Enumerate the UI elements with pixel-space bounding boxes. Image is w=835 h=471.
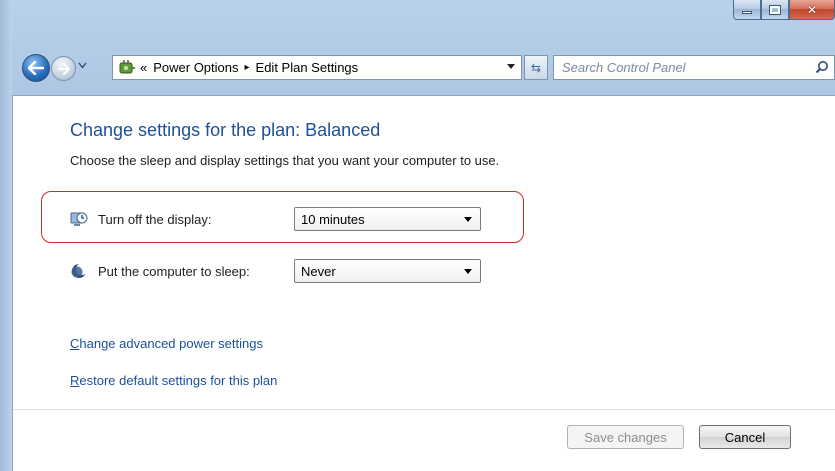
- search-box[interactable]: Search Control Panel: [553, 55, 835, 80]
- title-bar[interactable]: ✕: [0, 0, 835, 42]
- breadcrumb: « Power Options ▸ Edit Plan Settings: [140, 60, 364, 75]
- page-subtitle: Choose the sleep and display settings th…: [70, 153, 500, 168]
- sleep-setting-label: Put the computer to sleep:: [98, 263, 250, 279]
- display-timeout-value: 10 minutes: [301, 211, 365, 227]
- change-advanced-power-settings-link[interactable]: Change advanced power settings: [70, 336, 263, 351]
- minimize-icon: [742, 11, 752, 14]
- refresh-button[interactable]: ⇆: [524, 55, 548, 80]
- breadcrumb-edit-plan-settings[interactable]: Edit Plan Settings: [256, 60, 359, 75]
- sleep-timeout-value: Never: [301, 263, 336, 279]
- display-setting-row: Turn off the display:: [70, 206, 211, 232]
- save-changes-button[interactable]: Save changes: [567, 425, 684, 449]
- page-title: Change settings for the plan: Balanced: [70, 120, 381, 140]
- chevron-down-icon: [464, 269, 472, 274]
- power-options-icon: [119, 59, 135, 73]
- back-button[interactable]: [22, 54, 50, 82]
- refresh-icon: ⇆: [530, 60, 542, 75]
- address-history-arrow-icon[interactable]: [507, 64, 515, 69]
- close-icon: ✕: [806, 2, 818, 17]
- sleep-timeout-select[interactable]: Never: [294, 259, 481, 283]
- minimize-button[interactable]: [733, 0, 761, 20]
- chevron-down-icon: [464, 217, 472, 222]
- content-pane: Change settings for the plan: Balanced C…: [12, 95, 835, 471]
- window-left-border: [0, 0, 12, 471]
- window-controls: ✕: [733, 0, 835, 20]
- back-arrow-icon: [28, 61, 44, 75]
- restore-link-accelerator: R: [70, 373, 80, 388]
- moon-sleep-icon: [71, 263, 88, 278]
- maximize-icon: [769, 4, 781, 15]
- forward-button[interactable]: [51, 56, 76, 81]
- navigation-bar: « Power Options ▸ Edit Plan Settings ⇆ S…: [18, 52, 835, 82]
- forward-arrow-icon: [57, 62, 70, 75]
- display-setting-label: Turn off the display:: [98, 211, 212, 227]
- address-bar[interactable]: « Power Options ▸ Edit Plan Settings: [112, 55, 522, 80]
- breadcrumb-power-options[interactable]: Power Options: [153, 60, 238, 75]
- search-input[interactable]: Search Control Panel: [562, 60, 686, 75]
- display-timeout-select[interactable]: 10 minutes: [294, 207, 481, 231]
- close-button[interactable]: ✕: [789, 0, 835, 20]
- advanced-link-accelerator: C: [70, 336, 80, 351]
- breadcrumb-separator-icon[interactable]: ▸: [245, 62, 250, 73]
- maximize-button[interactable]: [761, 0, 789, 20]
- restore-default-settings-link[interactable]: Restore default settings for this plan: [70, 373, 277, 388]
- recent-pages-dropdown-icon[interactable]: [78, 62, 87, 69]
- cancel-button[interactable]: Cancel: [699, 425, 791, 449]
- breadcrumb-overflow[interactable]: «: [140, 60, 147, 75]
- footer-divider: [13, 409, 835, 410]
- display-clock-icon: [70, 212, 88, 226]
- restore-link-text: estore default settings for this plan: [79, 373, 278, 388]
- sleep-setting-row: Put the computer to sleep:: [70, 258, 250, 284]
- advanced-link-text: hange advanced power settings: [79, 336, 263, 351]
- search-icon[interactable]: [815, 60, 829, 74]
